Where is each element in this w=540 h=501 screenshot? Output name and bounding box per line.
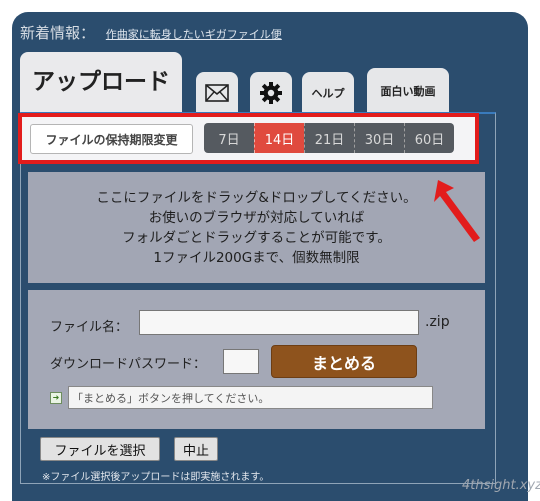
retention-day-7[interactable]: 7日 — [204, 123, 254, 153]
retention-day-14[interactable]: 14日 — [254, 123, 304, 153]
merge-button[interactable]: まとめる — [271, 345, 417, 378]
retention-bar: ファイルの保持期限変更 7日 14日 21日 30日 60日 — [18, 113, 479, 164]
gear-icon — [260, 82, 282, 104]
upload-note: ※ファイル選択後アップロードは即実施されます。 — [42, 472, 270, 483]
tab-upload[interactable]: アップロード — [20, 52, 182, 114]
drop-zone-line-3: フォルダごとドラッグすることが可能です。 — [122, 229, 391, 246]
retention-days: 7日 14日 21日 30日 60日 — [204, 123, 454, 153]
drop-zone-line-4: 1ファイル200Gまで、個数無制限 — [153, 249, 360, 266]
tab-mail[interactable] — [196, 72, 238, 114]
mail-icon — [205, 84, 229, 102]
tab-fun-videos[interactable]: 面白い動画 — [367, 68, 449, 114]
drop-zone[interactable]: ここにファイルをドラッグ&ドロップしてください。 お使いのブラウザが対応していれ… — [28, 172, 485, 283]
status-arrow-icon: ➜ — [50, 391, 62, 404]
tab-settings[interactable] — [250, 72, 292, 114]
merge-form: ファイル名： .zip ダウンロードパスワード： まとめる ➜ 「まとめる」ボタ… — [28, 290, 485, 429]
news-bar: 新着情報： 作曲家に転身したいギガファイル便 — [20, 22, 282, 43]
download-password-input[interactable] — [223, 349, 259, 374]
download-password-label: ダウンロードパスワード： — [50, 357, 207, 372]
filename-input[interactable] — [139, 310, 419, 335]
annotation-arrow-icon — [434, 180, 480, 242]
tab-help[interactable]: ヘルプ — [302, 72, 354, 114]
retention-day-30[interactable]: 30日 — [354, 123, 404, 153]
news-label: 新着情報： — [20, 24, 96, 42]
zip-extension: .zip — [425, 314, 450, 330]
retention-day-60[interactable]: 60日 — [404, 123, 454, 153]
select-file-button[interactable]: ファイルを選択 — [40, 437, 160, 461]
retention-change-button[interactable]: ファイルの保持期限変更 — [30, 124, 193, 154]
drop-zone-line-1: ここにファイルをドラッグ&ドロップしてください。 — [96, 189, 417, 206]
watermark: 4thsight.xyz — [462, 478, 540, 493]
drop-zone-line-2: お使いのブラウザが対応していれば — [148, 209, 365, 226]
status-field: 「まとめる」ボタンを押してください。 — [68, 386, 433, 409]
cancel-button[interactable]: 中止 — [174, 437, 218, 461]
status-row: ➜ 「まとめる」ボタンを押してください。 — [50, 386, 433, 409]
news-link[interactable]: 作曲家に転身したいギガファイル便 — [106, 28, 282, 41]
retention-day-21[interactable]: 21日 — [304, 123, 354, 153]
filename-label: ファイル名： — [50, 320, 129, 335]
